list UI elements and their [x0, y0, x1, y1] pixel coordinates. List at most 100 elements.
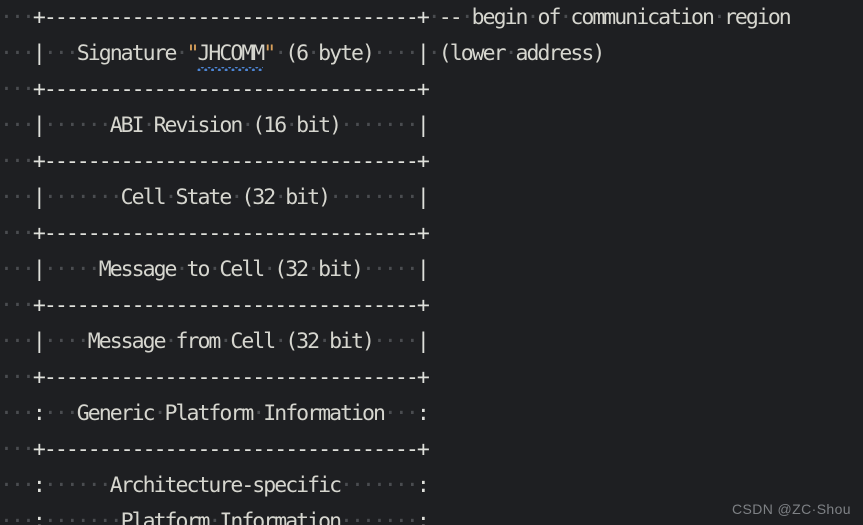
- whitespace-dot: ·: [372, 329, 386, 354]
- box-horizontal-rule: -: [241, 77, 255, 102]
- code-line[interactable]: ···+----------------------------------+: [0, 360, 863, 396]
- code-line[interactable]: ···|·······Cell·State·(32·bit)········|: [0, 180, 863, 216]
- box-horizontal-rule: -: [329, 221, 343, 246]
- code-line[interactable]: ···+----------------------------------+: [0, 216, 863, 252]
- box-horizontal-rule: -: [405, 221, 419, 246]
- whitespace-dot: ·: [394, 509, 408, 525]
- box-horizontal-rule: -: [54, 149, 68, 174]
- box-horizontal-rule: -: [197, 437, 211, 462]
- code-line[interactable]: ···+----------------------------------+: [0, 72, 863, 108]
- box-horizontal-rule: -: [340, 293, 353, 318]
- box-horizontal-rule: -: [120, 77, 134, 102]
- box-horizontal-rule: -: [394, 77, 408, 102]
- box-horizontal-rule: -: [43, 149, 57, 174]
- box-horizontal-rule: -: [153, 77, 167, 102]
- box-vertical-edge: |: [416, 113, 430, 138]
- code-line[interactable]: ···:······Architecture-specific·······:: [0, 468, 863, 504]
- box-horizontal-rule: -: [142, 221, 156, 246]
- code-text: n: [109, 41, 123, 66]
- whitespace-dot: ·: [153, 401, 167, 426]
- box-horizontal-rule: -: [329, 437, 343, 462]
- whitespace-dot: ·: [65, 41, 79, 66]
- whitespace-dot: ·: [383, 185, 397, 210]
- code-line[interactable]: ···|···Signature·"JHCOMM"·(6·byte)····|·…: [0, 36, 863, 72]
- box-vertical-edge: |: [32, 329, 46, 354]
- code-text: 6: [274, 113, 288, 138]
- code-text: I: [219, 509, 233, 525]
- whitespace-dot: ·: [405, 473, 419, 498]
- whitespace-dot: ·: [252, 401, 266, 426]
- box-horizontal-rule: -: [208, 5, 222, 30]
- code-line[interactable]: ···+----------------------------------+: [0, 144, 863, 180]
- whitespace-dot: ·: [87, 113, 101, 138]
- code-text: i: [131, 401, 145, 426]
- box-dotted-edge: :: [32, 509, 46, 525]
- box-horizontal-rule: -: [241, 293, 255, 318]
- whitespace-dot: ·: [0, 41, 13, 66]
- box-horizontal-rule: -: [329, 293, 343, 318]
- annotation-text: g: [493, 5, 507, 30]
- code-text: v: [175, 113, 189, 138]
- annotation-text: d: [526, 41, 540, 66]
- code-line[interactable]: ···|·····Message·to·Cell·(32·bit)·····|: [0, 252, 863, 288]
- whitespace-dot: ·: [351, 509, 364, 525]
- code-text: n: [98, 401, 112, 426]
- box-horizontal-rule: -: [153, 365, 167, 390]
- code-line[interactable]: ···:···Generic·Platform·Information···:: [0, 396, 863, 432]
- annotation-text: i: [680, 5, 694, 30]
- code-text: c: [131, 473, 145, 498]
- box-horizontal-rule: -: [361, 5, 375, 30]
- code-text: 3: [252, 185, 266, 210]
- whitespace-dot: ·: [405, 401, 419, 426]
- string-content: O: [230, 41, 244, 66]
- whitespace-dot: ·: [318, 329, 332, 354]
- code-text: s: [197, 113, 211, 138]
- code-line[interactable]: ···|····Message·from·Cell·(32·bit)····|: [0, 324, 863, 360]
- box-horizontal-rule: -: [109, 77, 123, 102]
- code-text: t: [164, 473, 178, 498]
- code-text: e: [109, 401, 123, 426]
- code-text: g: [153, 257, 167, 282]
- annotation-text: c: [570, 5, 584, 30]
- whitespace-dot: ·: [65, 509, 79, 525]
- misspelled-word[interactable]: JHCOMM: [197, 36, 265, 72]
- code-text: m: [197, 509, 211, 525]
- box-horizontal-rule: -: [153, 149, 167, 174]
- box-horizontal-rule: -: [208, 221, 222, 246]
- whitespace-dot: ·: [340, 473, 353, 498]
- code-text: o: [361, 401, 375, 426]
- code-text: i: [186, 113, 200, 138]
- code-line[interactable]: ···|······ABI·Revision·(16·bit)·······|: [0, 108, 863, 144]
- code-text: y: [329, 41, 343, 66]
- code-text: i: [340, 329, 353, 354]
- box-horizontal-rule: -: [208, 365, 222, 390]
- box-horizontal-rule: -: [318, 5, 332, 30]
- whitespace-dot: ·: [10, 473, 24, 498]
- box-horizontal-rule: -: [65, 365, 79, 390]
- whitespace-dot: ·: [98, 185, 112, 210]
- box-horizontal-rule: -: [65, 149, 79, 174]
- ascii-diagram[interactable]: ···+----------------------------------+·…: [0, 0, 863, 525]
- code-line[interactable]: ···+----------------------------------+·…: [0, 0, 863, 36]
- box-horizontal-rule: -: [241, 437, 255, 462]
- box-horizontal-rule: -: [175, 149, 189, 174]
- whitespace-dot: ·: [10, 437, 24, 462]
- box-horizontal-rule: -: [175, 5, 189, 30]
- code-line[interactable]: ···+----------------------------------+: [0, 288, 863, 324]
- whitespace-dot: ·: [0, 221, 13, 246]
- code-editor-canvas[interactable]: ···+----------------------------------+·…: [0, 0, 863, 525]
- annotation-text: r: [493, 41, 507, 66]
- box-horizontal-rule: -: [230, 149, 244, 174]
- code-text: i: [307, 509, 321, 525]
- box-horizontal-rule: -: [340, 437, 353, 462]
- box-horizontal-rule: -: [197, 77, 211, 102]
- whitespace-dot: ·: [98, 113, 112, 138]
- code-text: C: [120, 185, 134, 210]
- box-horizontal-rule: -: [164, 365, 178, 390]
- code-text: ): [329, 113, 343, 138]
- box-horizontal-rule: -: [219, 365, 233, 390]
- code-line[interactable]: ···+----------------------------------+: [0, 432, 863, 468]
- box-horizontal-rule: -: [76, 293, 90, 318]
- box-horizontal-rule: -: [274, 5, 288, 30]
- box-horizontal-rule: -: [186, 5, 200, 30]
